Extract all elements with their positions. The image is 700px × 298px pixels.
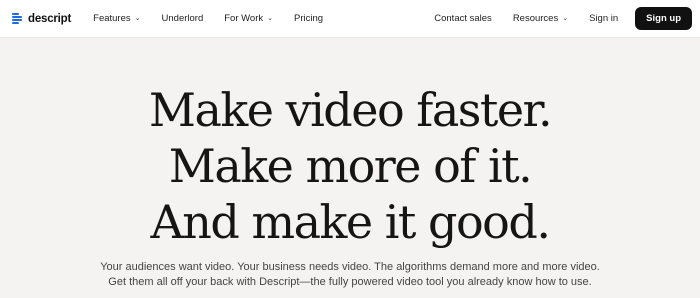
- hero-subtext: Your audiences want video. Your business…: [0, 260, 700, 290]
- nav-underlord-label: Underlord: [161, 13, 204, 24]
- top-nav: descript Features ⌄ Underlord For Work ⌄…: [0, 0, 700, 38]
- nav-pricing-label: Pricing: [294, 13, 324, 24]
- nav-for-work[interactable]: For Work ⌄: [224, 13, 273, 24]
- secondary-nav: Contact sales Resources ⌄ Sign in Sign u…: [434, 7, 692, 30]
- headline-line: Make more of it.: [168, 139, 533, 193]
- nav-resources-label: Resources: [512, 13, 559, 24]
- headline-line: And make it good.: [150, 195, 551, 249]
- headline-line: Make video faster.: [148, 83, 553, 137]
- brand-logo[interactable]: descript: [12, 13, 71, 25]
- nav-features[interactable]: Features ⌄: [93, 13, 140, 24]
- contact-sales-label: Contact sales: [434, 13, 492, 24]
- hero-section: Make video faster. Make more of it. And …: [0, 38, 700, 290]
- hero-headline: Make video faster. Make more of it. And …: [0, 82, 700, 250]
- brand-name: descript: [28, 12, 72, 25]
- chevron-down-icon: ⌄: [562, 14, 569, 22]
- nav-pricing[interactable]: Pricing: [294, 13, 323, 24]
- sign-in-link[interactable]: Sign in: [589, 13, 618, 24]
- descript-logo-icon: [12, 13, 23, 24]
- nav-underlord[interactable]: Underlord: [162, 13, 204, 24]
- chevron-down-icon: ⌄: [267, 14, 273, 22]
- nav-features-label: Features: [93, 13, 131, 24]
- nav-resources[interactable]: Resources ⌄: [513, 13, 568, 24]
- nav-for-work-label: For Work: [224, 13, 264, 24]
- sign-in-label: Sign in: [589, 13, 619, 24]
- primary-nav: Features ⌄ Underlord For Work ⌄ Pricing: [93, 13, 344, 24]
- contact-sales-link[interactable]: Contact sales: [434, 13, 492, 24]
- chevron-down-icon: ⌄: [134, 14, 141, 22]
- subtext-line: Get them all off your back with Descript…: [108, 276, 592, 288]
- sign-up-button[interactable]: Sign up: [635, 7, 692, 30]
- page: descript Features ⌄ Underlord For Work ⌄…: [0, 0, 700, 298]
- subtext-line: Your audiences want video. Your business…: [100, 261, 600, 273]
